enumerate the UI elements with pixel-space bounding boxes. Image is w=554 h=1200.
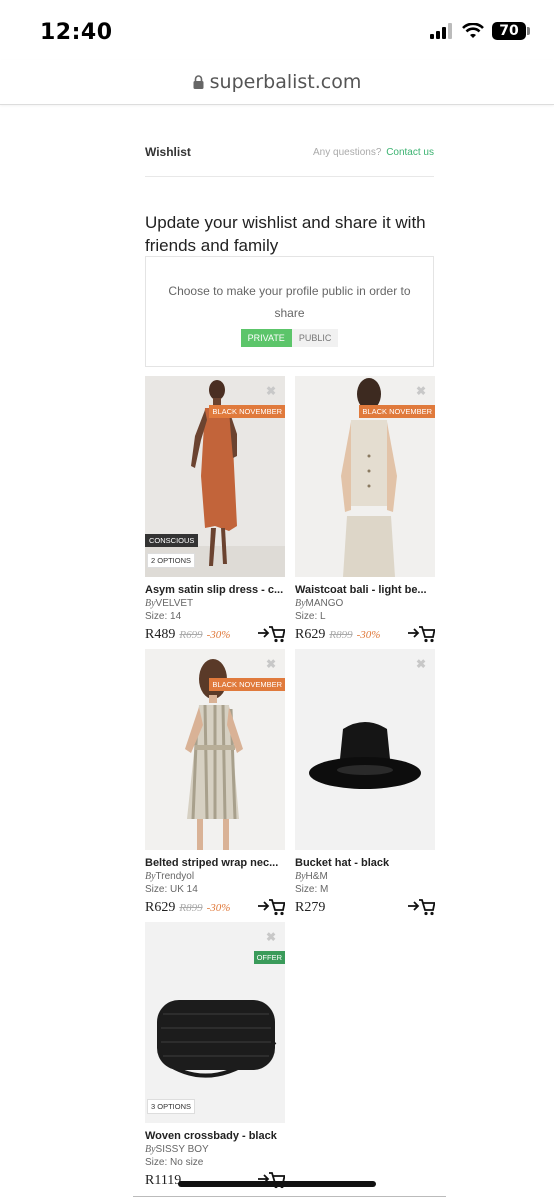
black-november-badge: BLACK NOVEMBER [209,405,285,418]
product-name[interactable]: Waistcoat bali - light be... [295,584,435,596]
product-size: Size: No size [145,1157,204,1168]
product-image[interactable]: ✖ BLACK NOVEMBER CONSCIOUS 2 OPTIONS [145,376,285,577]
remove-icon[interactable]: ✖ [266,384,276,398]
questions-label: Any questions? [313,146,382,158]
product-card[interactable]: ✖ OFFER 3 OPTIONS Woven crossbady - blac… [145,922,285,1190]
product-size: Size: M [295,884,329,895]
brand-name: VELVET [155,598,194,609]
product-brand: BySISSY BOY [145,1144,285,1155]
product-image[interactable]: ✖ BLACK NOVEMBER [295,376,435,577]
product-price: R629 [145,900,176,915]
lock-icon [193,75,204,89]
original-price: R899 [179,902,203,914]
original-price: R699 [179,629,203,641]
move-to-cart-icon[interactable] [257,898,285,916]
price-row: R629 R899 -30% [295,626,435,644]
product-image[interactable]: ✖ [295,649,435,850]
discount-percent: -30% [206,629,231,641]
product-brand: ByMANGO [295,598,435,609]
brand-by-label: By [145,871,156,882]
brand-by-label: By [145,1144,156,1155]
battery-tip [527,27,530,35]
status-icons: 70 [430,22,530,40]
wifi-icon [462,23,484,38]
brand-name: SISSY BOY [155,1144,209,1155]
wishlist-header: Wishlist Any questions? Contact us [145,145,434,159]
home-indicator[interactable] [178,1181,376,1187]
product-brand: ByTrendyol [145,871,285,882]
public-button[interactable]: PUBLIC [291,329,339,347]
discount-percent: -30% [356,629,381,641]
price-row: R629 R899 -30% [145,899,285,917]
remove-icon[interactable]: ✖ [266,657,276,671]
offer-badge: OFFER [253,951,285,964]
toolbar-edge [133,1196,446,1197]
help-prompt: Any questions? Contact us [313,147,434,158]
remove-icon[interactable]: ✖ [416,384,426,398]
visibility-toggle[interactable]: PRIVATE PUBLIC [240,329,339,347]
product-card[interactable]: ✖ BLACK NOVEMBER CONSCIOUS 2 OPTIONS Asy… [145,376,285,644]
move-to-cart-icon[interactable] [257,625,285,643]
visibility-description: Choose to make your profile public in or… [168,284,411,320]
brand-by-label: By [295,598,306,609]
product-size: Size: 14 [145,611,182,622]
black-november-badge: BLACK NOVEMBER [359,405,435,418]
black-november-badge: BLACK NOVEMBER [209,678,285,691]
options-badge[interactable]: 2 OPTIONS [147,553,196,568]
original-price: R899 [329,629,353,641]
remove-icon[interactable]: ✖ [416,657,426,671]
price-row: R279 [295,899,435,917]
product-name[interactable]: Belted striped wrap nec... [145,857,285,869]
product-brand: ByH&M [295,871,435,882]
product-size: Size: L [295,611,326,622]
brand-by-label: By [295,871,306,882]
move-to-cart-icon[interactable] [407,625,435,643]
page-title: Wishlist [145,145,191,159]
product-name[interactable]: Bucket hat - black [295,857,435,869]
product-price: R629 [295,627,326,642]
options-badge[interactable]: 3 OPTIONS [147,1099,196,1114]
product-price: R489 [145,627,176,642]
url-text[interactable]: superbalist.com [210,71,362,93]
bucket-hat-image [295,649,435,850]
product-image[interactable]: ✖ OFFER 3 OPTIONS [145,922,285,1123]
product-price: R279 [295,900,326,915]
header-divider [145,176,434,177]
product-image[interactable]: ✖ BLACK NOVEMBER [145,649,285,850]
product-card[interactable]: ✖ BLACK NOVEMBER Waistcoat bali - light … [295,376,435,644]
profile-visibility-box: Choose to make your profile public in or… [145,256,434,367]
brand-name: Trendyol [155,871,195,882]
product-size: Size: UK 14 [145,884,198,895]
brand-by-label: By [145,598,156,609]
remove-icon[interactable]: ✖ [266,930,276,944]
signal-icon [430,23,452,39]
status-bar: 12:40 70 [0,0,554,60]
product-brand: ByVELVET [145,598,285,609]
private-button[interactable]: PRIVATE [240,329,292,347]
conscious-badge: CONSCIOUS [145,534,199,547]
share-headline: Update your wishlist and share it with f… [145,213,426,255]
move-to-cart-icon[interactable] [407,898,435,916]
product-name[interactable]: Asym satin slip dress - c... [145,584,285,596]
brand-name: H&M [305,871,328,882]
product-name[interactable]: Woven crossbady - black [145,1130,285,1142]
discount-percent: -30% [206,902,231,914]
battery-icon: 70 [492,22,530,40]
brand-name: MANGO [305,598,344,609]
price-row: R489 R699 -30% [145,626,285,644]
address-bar[interactable]: superbalist.com [0,60,554,105]
contact-us-link[interactable]: Contact us [386,147,434,158]
battery-level: 70 [492,22,526,40]
product-price: R1119 [145,1173,182,1188]
status-time: 12:40 [40,20,113,45]
product-card[interactable]: ✖ Bucket hat - black ByH&M Size: M R279 [295,649,435,917]
product-card[interactable]: ✖ BLACK NOVEMBER Belted striped wrap nec… [145,649,285,917]
